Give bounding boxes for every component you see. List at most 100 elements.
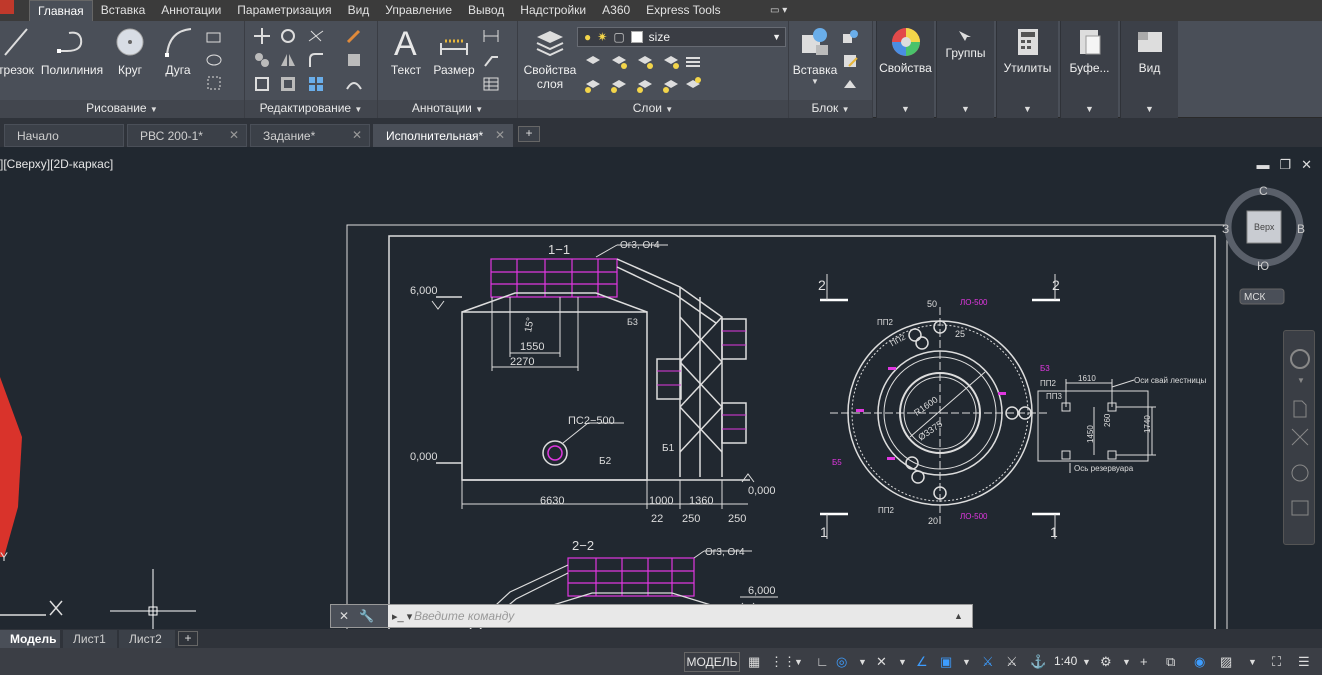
gear-icon[interactable]: ⚙ — [1100, 654, 1112, 670]
annotation-panel-title[interactable]: Аннотации ▼ — [378, 100, 517, 118]
move-icon[interactable] — [253, 27, 271, 45]
boundary-icon[interactable] — [205, 74, 223, 92]
table-icon[interactable] — [482, 75, 500, 93]
isolate-objects-icon[interactable]: ◉ — [1194, 654, 1205, 670]
doc-tab-executive[interactable]: Исполнительная* ✕ — [373, 124, 513, 147]
grid-icon[interactable]: ▦ — [748, 654, 760, 670]
drawing-canvas[interactable]: ][Сверху][2D-каркас] ▬ ❐ ✕ Y 1−1 Ог3, Ог… — [0, 147, 1322, 629]
clipboard-panel[interactable]: Буфе... ▼ — [1060, 21, 1118, 118]
clean-screen-icon[interactable]: ⛶ — [1272, 654, 1281, 670]
ribbon-tab-manage[interactable]: Управление — [377, 0, 460, 21]
layout-tab-sheet1[interactable]: Лист1 — [63, 630, 117, 648]
doc-tab-task[interactable]: Задание* ✕ — [250, 124, 370, 147]
polyline-button[interactable]: Полилиния — [40, 25, 104, 77]
chevron-down-icon[interactable]: ▼ — [1082, 654, 1091, 670]
wrench-icon[interactable]: 🔧 — [359, 609, 374, 623]
object-snap-icon[interactable]: ▣ — [940, 654, 952, 670]
text-button[interactable]: A Текст — [388, 25, 424, 77]
layer-tool-icon[interactable] — [610, 52, 628, 70]
command-input[interactable]: Введите команду — [414, 609, 954, 623]
ribbon-tab-annotate[interactable]: Аннотации — [153, 0, 229, 21]
chevron-down-icon[interactable]: ▼ — [962, 654, 971, 670]
scale-icon[interactable] — [279, 75, 297, 93]
zoom-icon[interactable] — [1291, 428, 1309, 446]
isometric-icon[interactable]: ✕ — [876, 654, 887, 670]
new-tab-button[interactable]: + — [518, 126, 540, 142]
stretch-icon[interactable] — [253, 75, 271, 93]
layout-tab-sheet2[interactable]: Лист2 — [119, 630, 175, 648]
viewcube-north[interactable]: С — [1259, 184, 1268, 198]
close-icon[interactable]: ✕ — [352, 128, 362, 142]
annotation-scale-value[interactable]: 1:40 — [1054, 654, 1077, 668]
doc-tab-rvs[interactable]: РВС 200-1* ✕ — [127, 124, 247, 147]
ribbon-tab-a360[interactable]: A360 — [594, 0, 638, 21]
rectangle-icon[interactable] — [205, 28, 223, 46]
view-panel[interactable]: Вид ▼ — [1120, 21, 1178, 118]
close-icon[interactable]: ✕ — [339, 609, 349, 623]
ribbon-tab-express-tools[interactable]: Express Tools — [638, 0, 728, 21]
hatch-icon[interactable] — [205, 51, 223, 69]
layer-tool-icon[interactable] — [636, 76, 654, 94]
command-prompt-icon[interactable]: ▸_ ▾ — [388, 610, 414, 623]
viewcube-south[interactable]: Ю — [1257, 259, 1269, 273]
leader-icon[interactable] — [482, 51, 500, 69]
layer-tool-icon[interactable] — [662, 52, 680, 70]
mirror-icon[interactable] — [279, 51, 297, 69]
arc-button[interactable]: Дуга — [160, 25, 196, 77]
trim-icon[interactable] — [307, 27, 325, 45]
layer-properties-button[interactable]: Свойства слоя — [522, 25, 578, 91]
ribbon-tab-addins[interactable]: Надстройки — [512, 0, 594, 21]
annotation-scale-icon[interactable]: ⚓ — [1030, 654, 1046, 670]
chevron-down-icon[interactable]: ▼ — [1122, 654, 1131, 670]
layer-dropdown[interactable]: ● ✷ ▢ size ▼ — [577, 27, 786, 47]
insert-block-button[interactable]: Вставка ▼ — [791, 25, 839, 86]
ribbon-tab-parametric[interactable]: Параметризация — [229, 0, 339, 21]
chevron-down-icon[interactable]: ▼ — [858, 654, 867, 670]
hardware-acceleration-icon[interactable]: ▨ — [1220, 654, 1232, 670]
properties-panel[interactable]: Свойства ▼ — [876, 21, 934, 118]
chevron-up-icon[interactable]: ▲ — [954, 611, 972, 621]
groups-panel[interactable]: Группы ▼ — [936, 21, 994, 118]
chevron-down-icon[interactable]: ▼ — [1248, 654, 1257, 670]
array-icon[interactable] — [307, 75, 325, 93]
chevron-down-icon[interactable]: ▼ — [794, 654, 803, 670]
ribbon-tab-view[interactable]: Вид — [340, 0, 378, 21]
add-layout-button[interactable]: + — [178, 631, 198, 646]
create-block-icon[interactable] — [841, 28, 859, 46]
layout-tab-model[interactable]: Модель — [0, 630, 60, 648]
viewcube-west[interactable]: З — [1222, 222, 1229, 236]
model-space-button[interactable]: МОДЕЛЬ — [684, 652, 740, 672]
pan-icon[interactable] — [1293, 400, 1307, 418]
layer-tool-icon[interactable] — [662, 76, 680, 94]
ortho-icon[interactable]: ∟ — [816, 654, 829, 670]
explode-icon[interactable] — [345, 51, 363, 69]
object-snap-tracking-icon[interactable]: ∠ — [916, 654, 928, 670]
auto-scale-icon[interactable]: ⚔ — [1006, 654, 1018, 670]
fillet-icon[interactable] — [307, 51, 325, 69]
layer-tool-icon[interactable] — [610, 76, 628, 94]
plus-icon[interactable]: + — [1140, 654, 1148, 670]
quick-properties-icon[interactable]: ⧉ — [1166, 654, 1175, 670]
block-attributes-icon[interactable] — [841, 76, 859, 94]
snap-icon[interactable]: ⋮⋮ — [770, 654, 796, 670]
ribbon-tab-output[interactable]: Вывод — [460, 0, 512, 21]
layer-tool-icon[interactable] — [584, 76, 602, 94]
offset-icon[interactable] — [345, 75, 363, 93]
close-icon[interactable]: ✕ — [495, 128, 505, 142]
dimension-button[interactable]: Размер — [432, 25, 476, 77]
customization-menu-icon[interactable]: ☰ — [1298, 654, 1310, 670]
doc-tab-start[interactable]: Начало — [4, 124, 124, 147]
circle-button[interactable]: Круг — [112, 25, 148, 77]
ribbon-tab-home[interactable]: Главная — [29, 0, 93, 21]
layer-tool-icon[interactable] — [684, 76, 702, 94]
utilities-panel[interactable]: Утилиты ▼ — [996, 21, 1058, 118]
draw-panel-title[interactable]: Рисование ▼ — [0, 100, 244, 118]
steering-wheel-icon[interactable] — [1290, 349, 1310, 369]
layer-tool-icon[interactable] — [584, 52, 602, 70]
viewcube-east[interactable]: В — [1297, 222, 1305, 236]
linear-dim-icon[interactable] — [482, 27, 500, 45]
ribbon-tab-insert[interactable]: Вставка — [93, 0, 154, 21]
edit-block-icon[interactable] — [841, 52, 859, 70]
layer-tool-icon[interactable] — [636, 52, 654, 70]
chevron-down-icon[interactable]: ▼ — [898, 654, 907, 670]
